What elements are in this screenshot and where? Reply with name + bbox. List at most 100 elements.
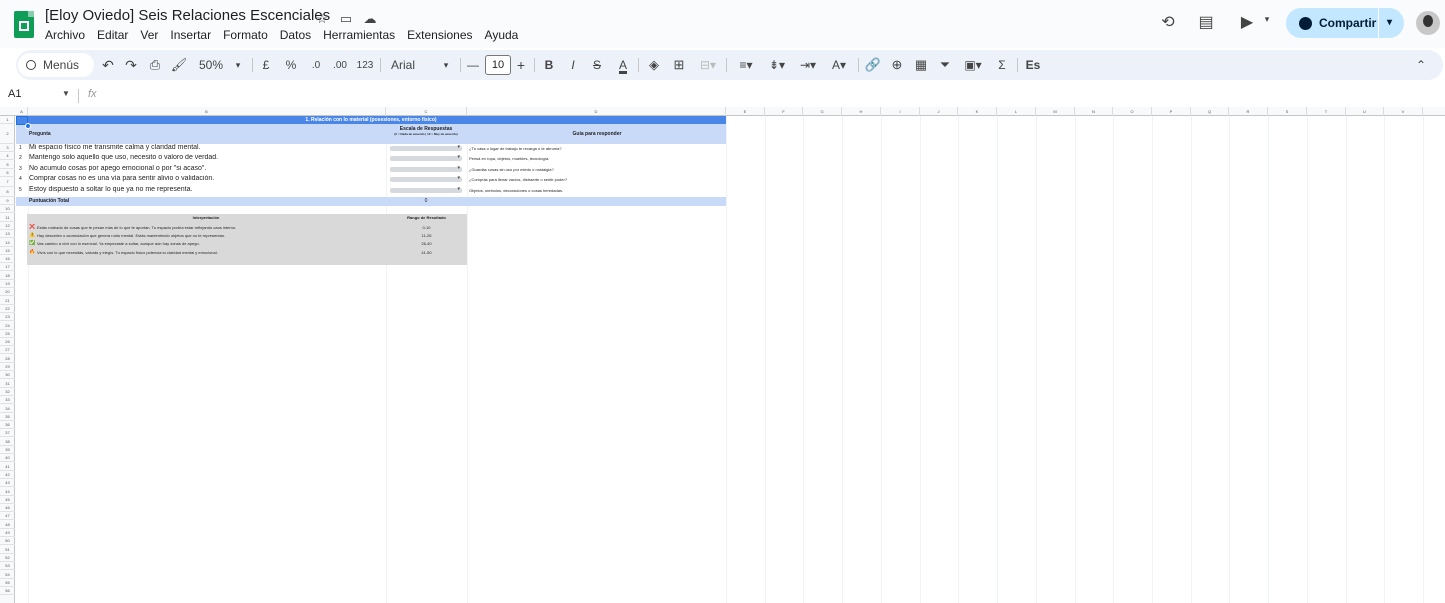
row-header[interactable]: 7	[0, 177, 15, 187]
row-header[interactable]: 17	[0, 263, 15, 271]
row-header[interactable]: 38	[0, 437, 15, 446]
meet-chevron-down-icon[interactable]: ▾	[1256, 14, 1278, 25]
undo-icon[interactable]: ↶	[98, 50, 118, 80]
row-header[interactable]: 36	[0, 421, 15, 429]
menu-ayuda[interactable]: Ayuda	[485, 28, 519, 42]
row-header[interactable]: 6	[0, 169, 15, 177]
row-header[interactable]: 26	[0, 338, 15, 346]
column-header[interactable]: U	[1346, 107, 1384, 116]
column-header[interactable]: H	[842, 107, 881, 116]
row-header[interactable]: 32	[0, 388, 15, 396]
insert-chart-icon[interactable]: ▦	[912, 50, 930, 80]
more-formats-button[interactable]: 123	[356, 50, 374, 80]
row-header[interactable]: 3	[0, 144, 15, 152]
font-chevron-down-icon[interactable]: ▾	[440, 50, 452, 80]
row-header[interactable]: 24	[0, 321, 15, 330]
fill-color-icon[interactable]: ◈	[645, 50, 663, 80]
text-wrapping-icon[interactable]: ⇥▾	[795, 50, 821, 80]
italic-button[interactable]: I	[566, 50, 580, 80]
row-header[interactable]: 23	[0, 313, 15, 321]
column-header[interactable]: T	[1307, 107, 1346, 116]
font-family-select[interactable]: Arial	[391, 50, 421, 80]
move-folder-icon[interactable]: ▭	[337, 10, 355, 28]
document-title[interactable]: [Eloy Oviedo] Seis Relaciones Escenciale…	[45, 7, 330, 24]
increase-decimal-button[interactable]: .00	[330, 50, 350, 80]
row-header[interactable]: 8	[0, 187, 15, 197]
row-header[interactable]: 25	[0, 330, 15, 338]
merge-cells-icon[interactable]: ⊟▾	[695, 50, 721, 80]
decrease-decimal-button[interactable]: .0	[307, 50, 325, 80]
column-header[interactable]: F	[765, 107, 803, 116]
row-header[interactable]: 15	[0, 247, 15, 255]
menu-ver[interactable]: Ver	[140, 28, 158, 42]
version-history-icon[interactable]: ⟲	[1157, 12, 1179, 32]
row-header[interactable]: 52	[0, 554, 15, 562]
font-size-decrease-button[interactable]: —	[467, 50, 479, 80]
score-dropdown[interactable]	[390, 186, 462, 193]
row-header[interactable]: 48	[0, 520, 15, 529]
row-header[interactable]: 49	[0, 529, 15, 537]
score-dropdown[interactable]	[390, 144, 462, 151]
collapse-toolbar-chevron-up-icon[interactable]: ⌃	[1413, 50, 1429, 80]
sheets-logo-icon[interactable]	[14, 11, 34, 38]
strikethrough-button[interactable]: S	[590, 50, 604, 80]
row-header[interactable]: 27	[0, 346, 15, 354]
row-header[interactable]: 43	[0, 479, 15, 487]
row-header[interactable]: 54	[0, 570, 15, 579]
menu-insertar[interactable]: Insertar	[170, 28, 211, 42]
menu-archivo[interactable]: Archivo	[45, 28, 85, 42]
row-header[interactable]: 41	[0, 462, 15, 471]
redo-icon[interactable]: ↷	[121, 50, 141, 80]
row-header[interactable]: 46	[0, 504, 15, 512]
column-header[interactable]: B	[28, 107, 386, 116]
row-header[interactable]: 47	[0, 512, 15, 520]
row-header[interactable]: 39	[0, 446, 15, 454]
column-header[interactable]: I	[881, 107, 920, 116]
menu-formato[interactable]: Formato	[223, 28, 268, 42]
bold-button[interactable]: B	[542, 50, 556, 80]
functions-button[interactable]: Σ	[993, 50, 1011, 80]
insert-comment-icon[interactable]: ⊕	[888, 50, 906, 80]
name-box[interactable]: A1	[8, 88, 21, 100]
row-header[interactable]: 19	[0, 280, 15, 288]
row-header[interactable]: 21	[0, 296, 15, 305]
zoom-select[interactable]: 50%	[196, 50, 226, 80]
row-header[interactable]: 18	[0, 271, 15, 280]
row-header[interactable]: 2	[0, 124, 15, 144]
row-header[interactable]: 16	[0, 255, 15, 263]
percent-format-button[interactable]: %	[284, 50, 298, 80]
row-header[interactable]: 42	[0, 471, 15, 479]
row-header[interactable]: 33	[0, 396, 15, 404]
score-dropdown[interactable]	[390, 154, 462, 161]
row-header[interactable]: 10	[0, 205, 15, 213]
row-header[interactable]: 13	[0, 230, 15, 238]
borders-icon[interactable]: ⊞	[670, 50, 688, 80]
zoom-chevron-down-icon[interactable]: ▾	[232, 50, 244, 80]
menu-editar[interactable]: Editar	[97, 28, 128, 42]
name-box-chevron-down-icon[interactable]: ▼	[62, 89, 70, 98]
row-header[interactable]: 14	[0, 238, 15, 247]
filter-icon[interactable]: ⏷	[936, 50, 954, 80]
paint-format-icon[interactable]: 🖌	[169, 50, 189, 80]
menu-datos[interactable]: Datos	[280, 28, 311, 42]
row-header[interactable]: 31	[0, 379, 15, 388]
row-header[interactable]: 11	[0, 213, 15, 222]
column-header[interactable]: J	[920, 107, 958, 116]
row-header[interactable]: 40	[0, 454, 15, 462]
vertical-align-icon[interactable]: ⇟▾	[764, 50, 790, 80]
column-header[interactable]: E	[726, 107, 765, 116]
horizontal-align-icon[interactable]: ≡▾	[733, 50, 759, 80]
column-header[interactable]: P	[1152, 107, 1191, 116]
text-rotation-icon[interactable]: A▾	[826, 50, 852, 80]
row-header[interactable]: 35	[0, 413, 15, 421]
column-header[interactable]: K	[958, 107, 997, 116]
column-header[interactable]: D	[467, 107, 726, 116]
column-header[interactable]: G	[803, 107, 842, 116]
row-header[interactable]: 22	[0, 305, 15, 313]
menu-herramientas[interactable]: Herramientas	[323, 28, 395, 42]
cloud-status-icon[interactable]: ☁	[361, 10, 379, 28]
row-header[interactable]: 30	[0, 371, 15, 379]
row-header[interactable]: 12	[0, 222, 15, 230]
column-header[interactable]: C	[386, 107, 467, 116]
menu-extensiones[interactable]: Extensiones	[407, 28, 472, 42]
